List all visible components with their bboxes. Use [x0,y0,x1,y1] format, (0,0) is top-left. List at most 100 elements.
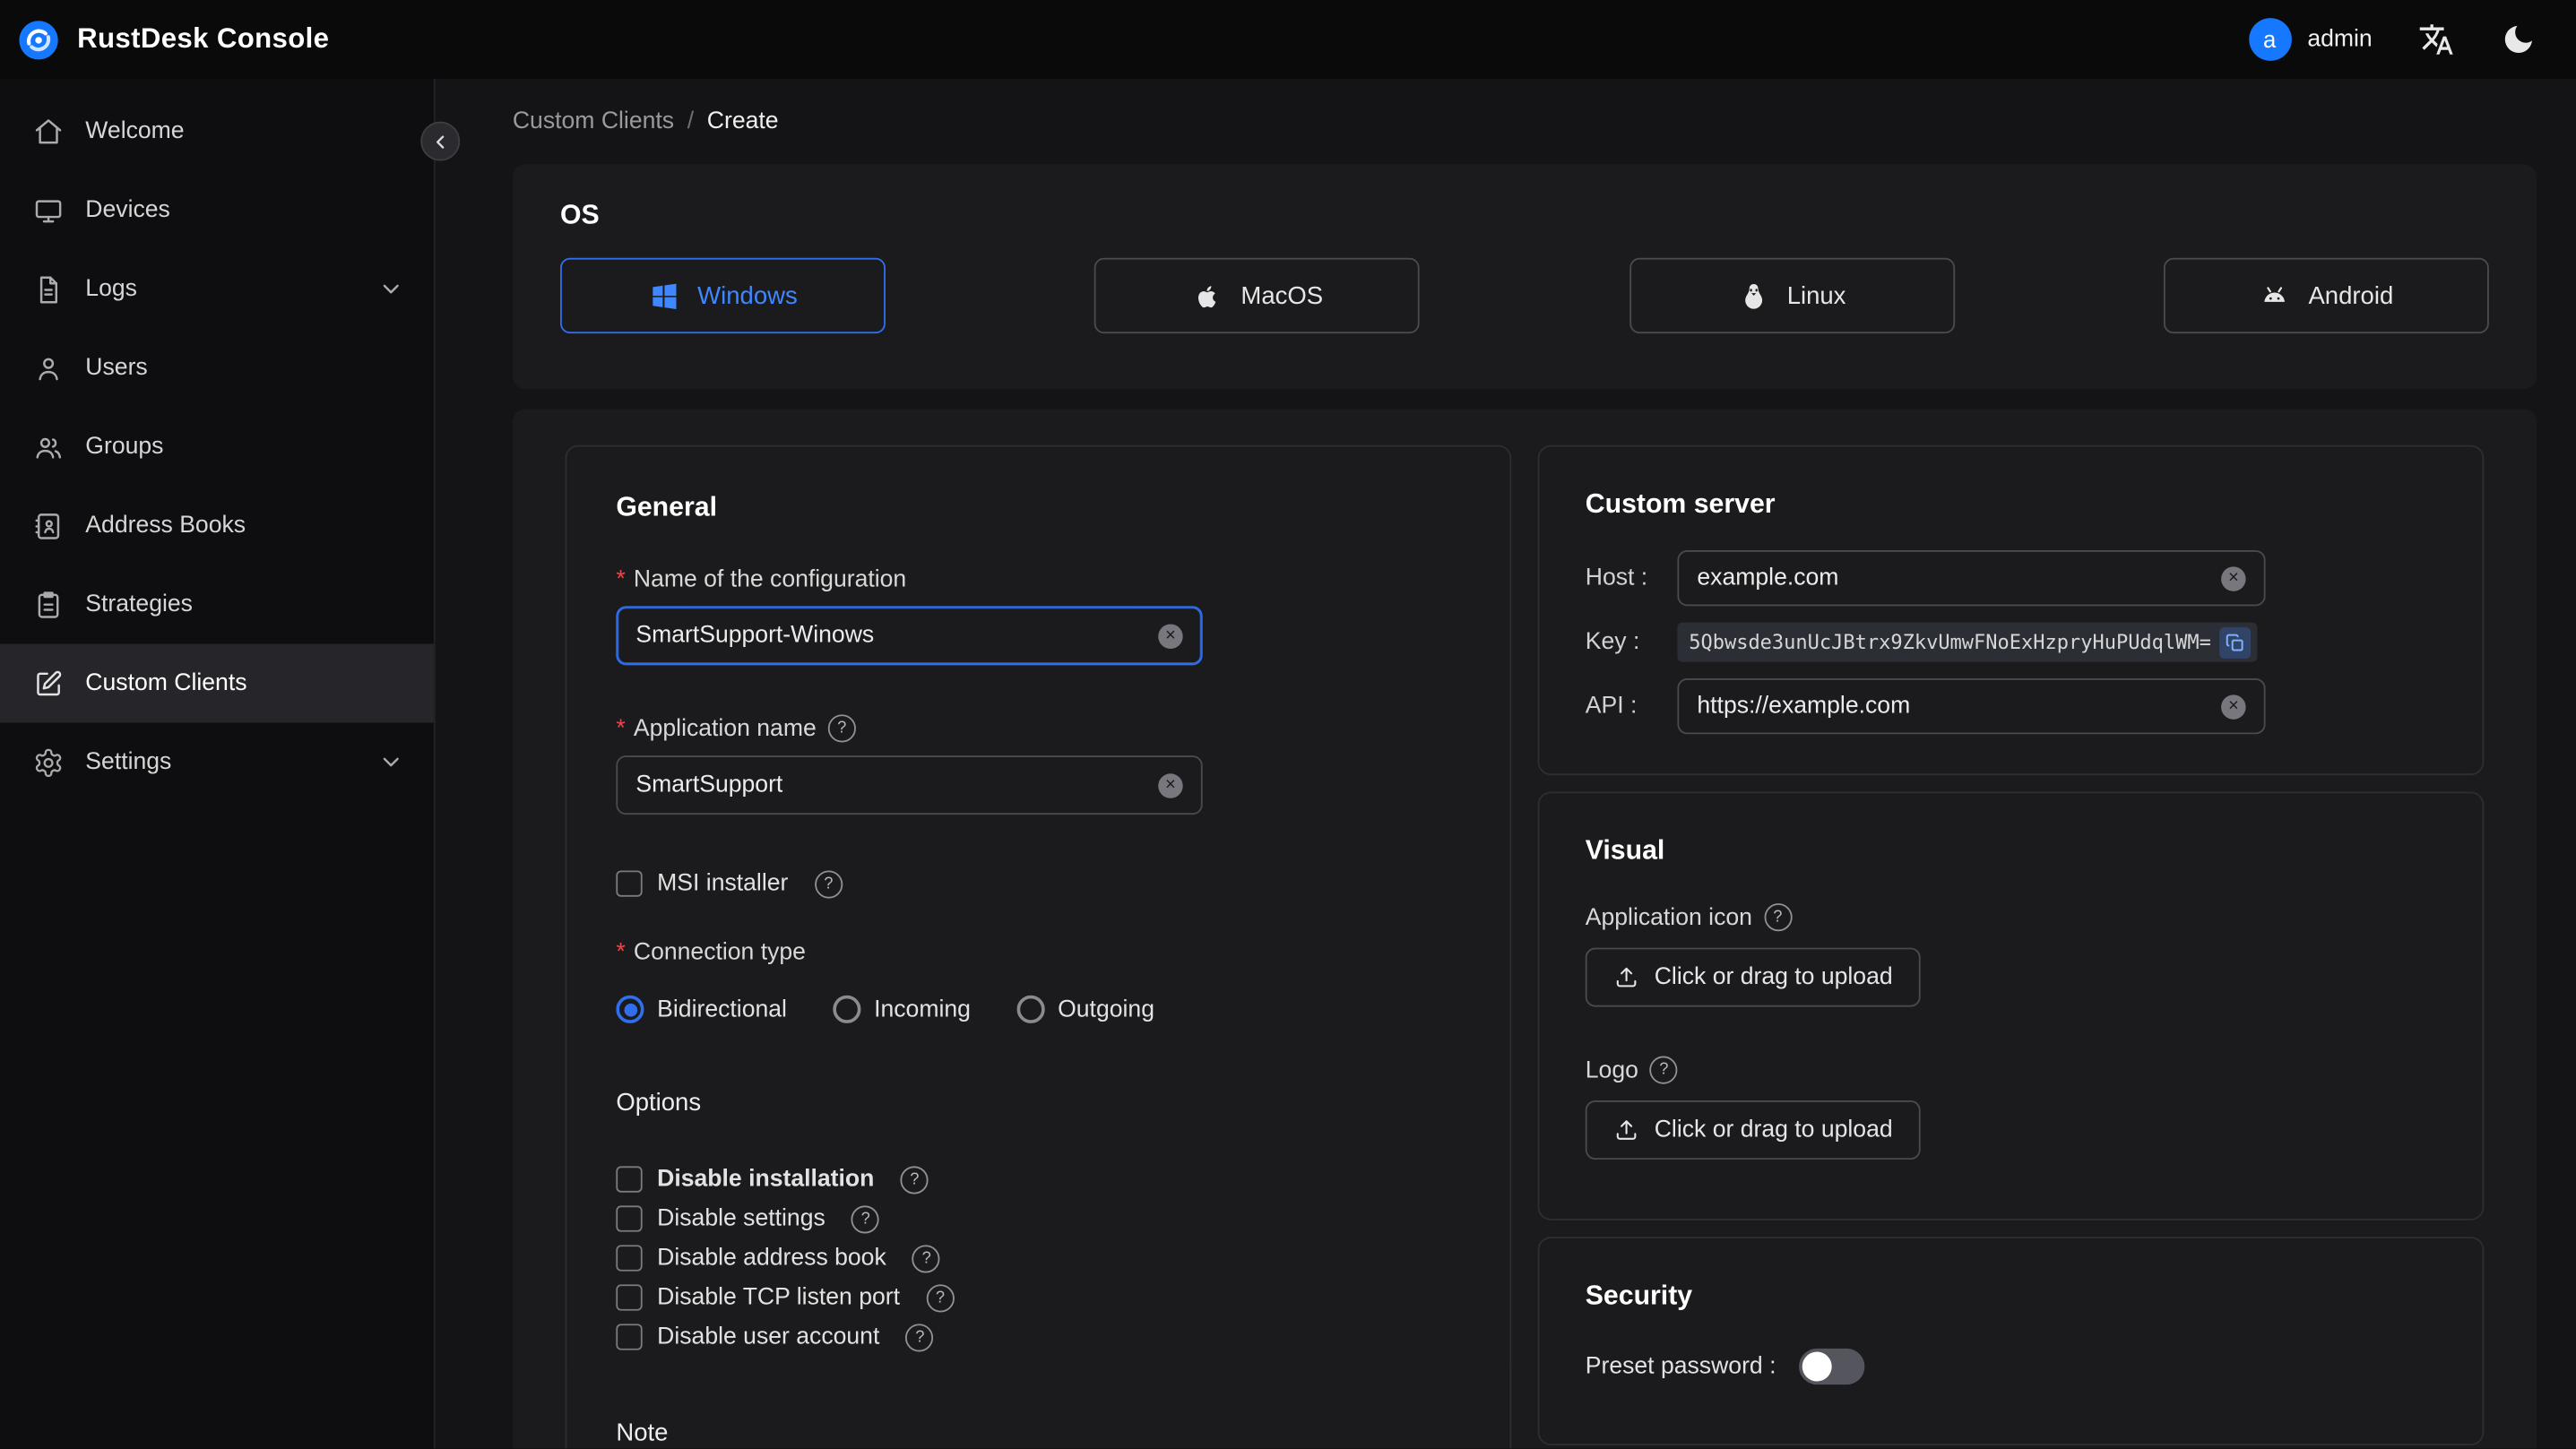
app-name-field[interactable]: × [616,755,1203,815]
config-name-label: * Name of the configuration [616,566,907,593]
topbar-actions: a admin [2248,18,2537,61]
sidebar-item-custom-clients[interactable]: Custom Clients [0,643,434,723]
radio-incoming[interactable]: Incoming [833,995,971,1023]
key-row: Key : 5Qbwsde3unUcJBtrx9ZkvUmwFNoExHzpry… [1586,622,2436,662]
option-checkbox[interactable] [616,1166,643,1193]
logs-icon [33,273,65,305]
breadcrumb-parent[interactable]: Custom Clients [513,108,674,134]
breadcrumb-separator: / [687,108,695,135]
linux-icon [1738,280,1769,312]
sidebar-item-label: Welcome [85,117,185,145]
sidebar-item-label: Groups [85,433,164,461]
edit-square-icon [33,668,65,699]
sidebar-item-label: Settings [85,748,172,776]
sidebar-item-strategies[interactable]: Strategies [0,565,434,644]
chevron-down-icon [378,276,404,302]
option-disable-settings: Disable settings ? [616,1199,1460,1238]
api-input[interactable] [1697,693,2209,720]
clear-icon[interactable]: × [2221,694,2246,719]
os-button-macos[interactable]: MacOS [1094,257,1421,334]
visual-title: Visual [1585,835,1665,866]
radio-icon[interactable] [1016,995,1045,1023]
sidebar-item-settings[interactable]: Settings [0,722,434,801]
language-icon[interactable] [2418,22,2454,57]
sidebar-item-logs[interactable]: Logs [0,250,434,329]
avatar[interactable]: a [2248,18,2291,61]
api-field[interactable]: × [1677,677,2266,735]
help-icon[interactable]: ? [912,1244,941,1272]
strategies-icon [33,589,65,620]
os-button-label: Linux [1786,281,1846,310]
option-checkbox[interactable] [616,1205,643,1232]
clear-icon[interactable]: × [1158,623,1183,649]
sidebar-item-address-books[interactable]: Address Books [0,487,434,565]
option-checkbox[interactable] [616,1284,643,1311]
preset-password-toggle[interactable] [1799,1348,1865,1385]
os-button-linux[interactable]: Linux [1629,257,1955,334]
home-icon [33,116,65,147]
sidebar-collapse-button[interactable] [420,121,461,161]
option-checkbox[interactable] [616,1324,643,1350]
main-content: Custom Clients / Create OS Windows MacOS [437,78,2576,1449]
sidebar-item-groups[interactable]: Groups [0,408,434,487]
gear-icon [33,746,65,778]
api-row: API : × [1586,677,2436,735]
help-icon[interactable]: ? [827,714,856,743]
connection-type-options: Bidirectional Incoming Outgoing [616,995,1460,1023]
apple-icon [1191,280,1223,312]
clear-icon[interactable]: × [1158,772,1183,798]
help-icon[interactable]: ? [926,1283,955,1312]
clear-icon[interactable]: × [2221,565,2246,591]
option-disable-user-account: Disable user account ? [616,1317,1460,1357]
user-menu[interactable]: a admin [2248,18,2373,61]
dark-mode-icon[interactable] [2501,22,2537,57]
msi-installer-checkbox[interactable] [616,870,643,897]
security-title: Security [1585,1281,1693,1311]
custom-server-card: Custom server Host : × Key : 5Qbwsde3unU… [1537,444,2485,776]
monitor-icon [33,194,65,226]
help-icon[interactable]: ? [814,869,843,898]
breadcrumb-current: Create [706,108,779,135]
app-name-input[interactable] [635,772,1145,798]
help-icon[interactable]: ? [1649,1056,1678,1084]
os-button-label: MacOS [1240,281,1324,310]
help-icon[interactable]: ? [900,1165,929,1194]
os-card: OS Windows MacOS Linux Android [512,164,2537,390]
config-name-field[interactable]: × [616,606,1203,666]
sidebar-item-label: Address Books [85,512,246,539]
radio-outgoing[interactable]: Outgoing [1016,995,1154,1023]
os-button-windows[interactable]: Windows [560,257,886,334]
option-checkbox[interactable] [616,1245,643,1272]
host-input[interactable] [1697,565,2209,591]
radio-icon[interactable] [616,995,644,1023]
option-disable-installation: Disable installation ? [616,1160,1460,1199]
form-card: General * Name of the configuration × * … [512,409,2537,1449]
option-disable-address-book: Disable address book ? [616,1238,1460,1278]
brand: RustDesk Console [16,17,329,61]
custom-server-title: Custom server [1585,489,1776,520]
radio-bidirectional[interactable]: Bidirectional [616,995,787,1023]
note-label: Note [616,1419,669,1447]
required-star: * [616,939,626,966]
user-name: admin [2307,26,2373,53]
help-icon[interactable]: ? [1763,903,1792,932]
radio-icon[interactable] [833,995,861,1023]
config-name-input[interactable] [635,622,1145,649]
help-icon[interactable]: ? [905,1323,934,1351]
topbar: RustDesk Console a admin [0,0,2576,79]
help-icon[interactable]: ? [851,1204,880,1233]
options-title: Options [616,1089,702,1117]
host-field[interactable]: × [1677,550,2266,607]
sidebar-item-welcome[interactable]: Welcome [0,92,434,171]
copy-icon[interactable] [2219,626,2251,659]
app-icon-upload-button[interactable]: Click or drag to upload [1585,947,1921,1007]
logo-upload-button[interactable]: Click or drag to upload [1585,1100,1921,1160]
os-card-title: OS [560,200,600,230]
sidebar-item-devices[interactable]: Devices [0,171,434,250]
upload-icon [1616,967,1637,988]
sidebar-item-users[interactable]: Users [0,329,434,408]
visual-card: Visual Application icon ? Click or drag … [1537,791,2485,1220]
preset-password-row: Preset password : [1586,1348,2436,1385]
breadcrumb: Custom Clients / Create [513,105,2537,138]
os-button-android[interactable]: Android [2163,257,2489,334]
